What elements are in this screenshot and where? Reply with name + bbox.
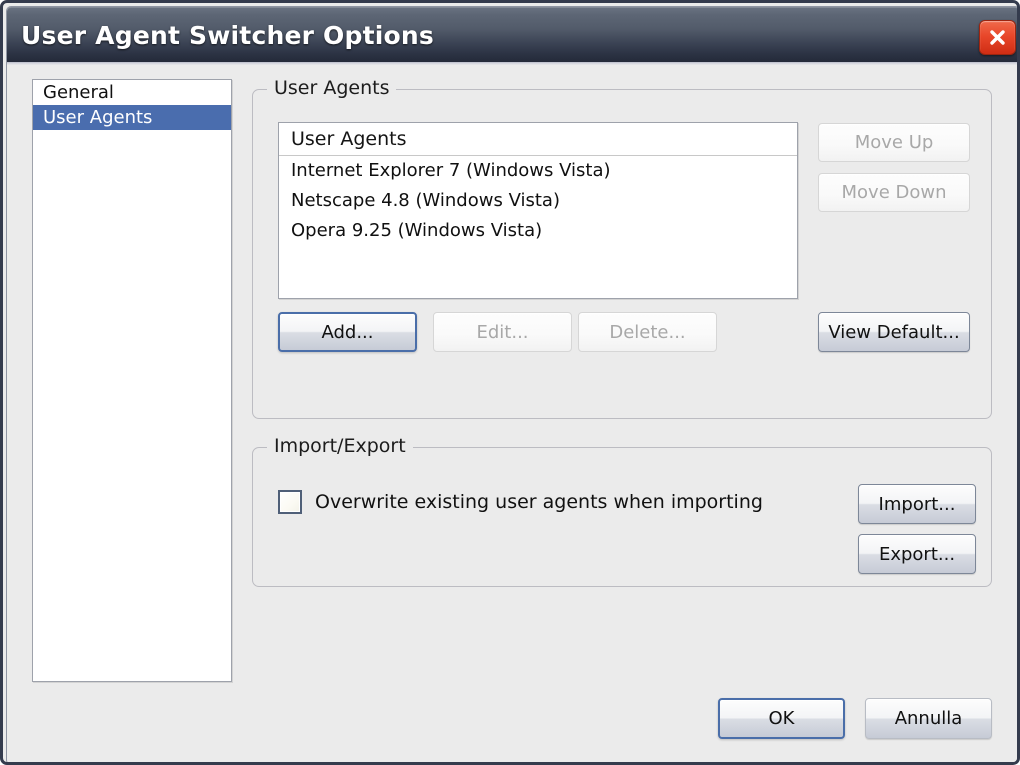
list-item[interactable]: Opera 9.25 (Windows Vista) [279,216,797,246]
move-up-button[interactable]: Move Up [818,123,970,162]
close-x-glyph [990,30,1005,45]
user-agents-listbox[interactable]: User Agents Internet Explorer 7 (Windows… [278,122,798,299]
ok-button[interactable]: OK [718,698,845,739]
cancel-button-label: Annulla [894,708,963,729]
edit-button-label: Edit... [476,321,529,343]
export-button[interactable]: Export... [858,534,976,574]
dialog-body: General User Agents User Agents User Age… [7,65,1017,762]
sidebar-item-user-agents[interactable]: User Agents [33,105,231,130]
ok-button-label: OK [768,708,795,729]
sidebar-item-label: General [43,82,114,103]
add-button[interactable]: Add... [278,312,417,352]
window-title: User Agent Switcher Options [21,21,434,50]
move-down-button-label: Move Down [841,182,947,203]
view-default-button[interactable]: View Default... [818,312,970,352]
edit-button[interactable]: Edit... [433,312,572,352]
import-button[interactable]: Import... [858,484,976,524]
move-down-button[interactable]: Move Down [818,173,970,212]
list-item[interactable]: Netscape 4.8 (Windows Vista) [279,186,797,216]
sidebar-item-label: User Agents [43,107,153,128]
add-button-label: Add... [321,321,374,343]
user-agents-column-header[interactable]: User Agents [279,123,797,156]
delete-button-label: Delete... [609,321,686,343]
export-button-label: Export... [878,543,956,565]
user-agents-group-title: User Agents [267,77,397,99]
options-dialog-window: User Agent Switcher Options General User… [0,0,1020,765]
cancel-button[interactable]: Annulla [865,698,992,739]
close-icon[interactable] [979,20,1016,55]
title-bar[interactable]: User Agent Switcher Options [7,7,1017,62]
list-item[interactable]: Internet Explorer 7 (Windows Vista) [279,156,797,186]
import-button-label: Import... [878,493,956,515]
user-agents-groupbox: User Agents User Agents Internet Explore… [252,77,992,419]
import-export-groupbox: Import/Export Overwrite existing user ag… [252,435,992,587]
sidebar-item-general[interactable]: General [33,80,231,105]
category-list[interactable]: General User Agents [32,79,232,682]
import-export-group-title: Import/Export [267,435,413,457]
delete-button[interactable]: Delete... [578,312,717,352]
move-up-button-label: Move Up [854,132,934,153]
overwrite-checkbox[interactable] [278,490,302,514]
overwrite-checkbox-row[interactable]: Overwrite existing user agents when impo… [278,490,763,514]
view-default-button-label: View Default... [828,321,960,343]
overwrite-checkbox-label: Overwrite existing user agents when impo… [315,491,763,513]
